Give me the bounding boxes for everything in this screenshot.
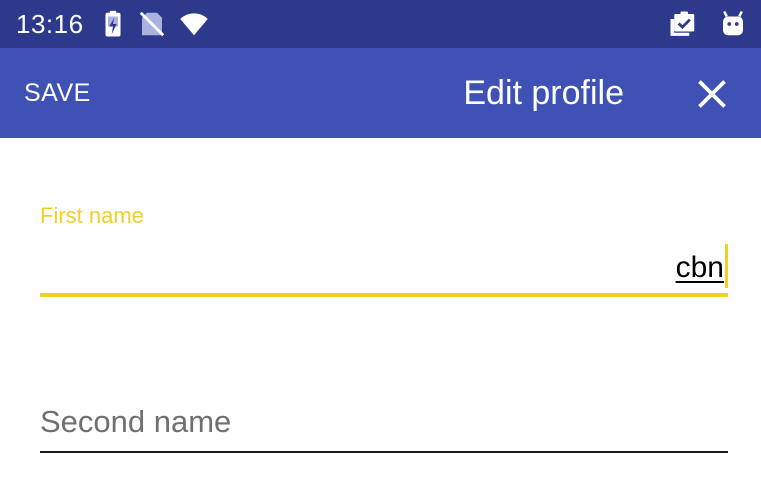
- no-sim-icon: [137, 9, 167, 39]
- save-button[interactable]: SAVE: [12, 68, 103, 118]
- close-icon: [698, 80, 726, 108]
- second-name-underline: [40, 451, 728, 453]
- clipboard-check-icon: [668, 9, 698, 39]
- screen: 13:16 SAVE Edit profile First name cbn S…: [0, 0, 761, 502]
- wifi-icon: [177, 9, 211, 39]
- first-name-underline: [40, 293, 728, 297]
- first-name-label: First name: [40, 203, 144, 228]
- second-name-field[interactable]: Second name: [40, 400, 728, 456]
- second-name-placeholder: Second name: [40, 404, 232, 439]
- first-name-value: cbn: [675, 251, 724, 284]
- page-title: Edit profile: [463, 74, 624, 112]
- first-name-input[interactable]: cbn: [40, 244, 728, 289]
- text-cursor: [725, 244, 728, 289]
- battery-charging-icon: [98, 9, 128, 39]
- app-bar: SAVE Edit profile: [0, 48, 761, 138]
- close-button[interactable]: [686, 63, 738, 123]
- status-time: 13:16: [16, 9, 84, 39]
- android-debug-icon: [718, 9, 748, 39]
- first-name-field[interactable]: First name cbn: [40, 200, 728, 300]
- status-bar: 13:16: [0, 0, 761, 48]
